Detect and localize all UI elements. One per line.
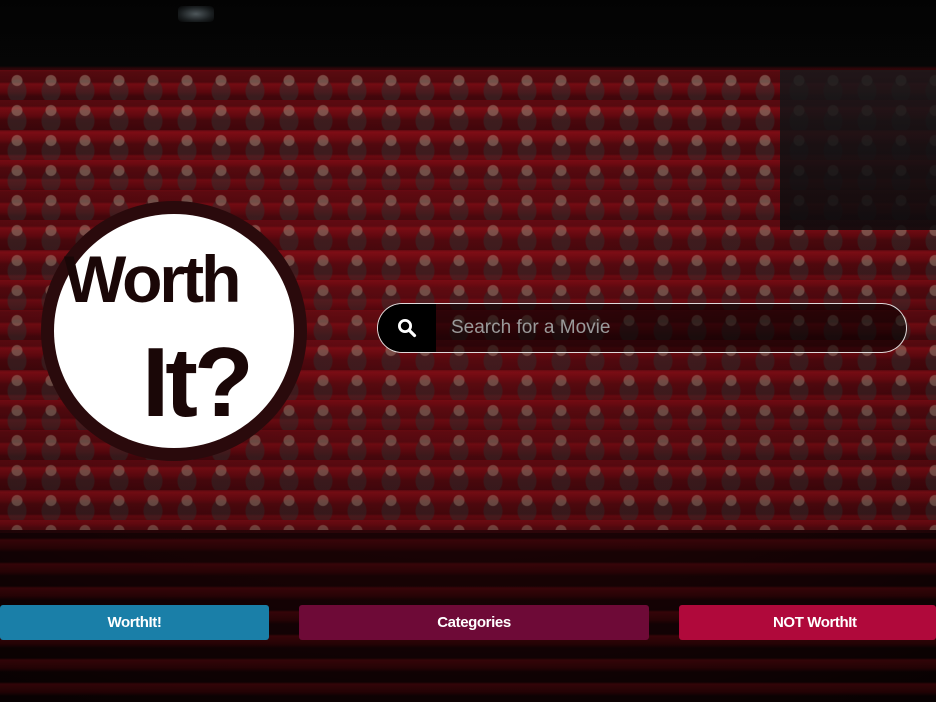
logo-text-worth: Worth (64, 242, 238, 316)
search-button[interactable] (378, 304, 436, 352)
search-bar (377, 303, 907, 353)
not-worth-it-button[interactable]: NOT WorthIt (679, 605, 936, 640)
logo-graphic: Worth It? (41, 201, 307, 461)
search-input[interactable] (436, 304, 902, 352)
categories-button[interactable]: Categories (299, 605, 649, 640)
worth-it-button[interactable]: WorthIt! (0, 605, 269, 640)
page: Worth It? WorthIt! Categories NOT WorthI… (0, 0, 936, 702)
worth-it-logo[interactable]: Worth It? (38, 198, 310, 464)
search-icon (398, 319, 417, 338)
logo-text-it: It? (142, 327, 250, 437)
